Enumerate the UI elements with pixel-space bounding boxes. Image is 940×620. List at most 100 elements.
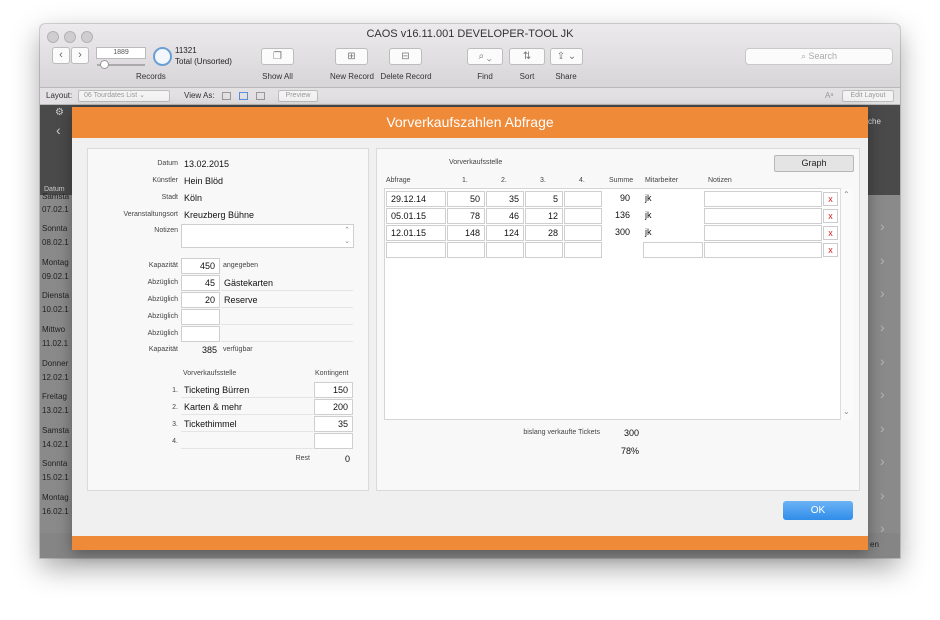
mitarbeiter-value[interactable] bbox=[643, 242, 703, 258]
vvk-name[interactable]: Karten & mehr bbox=[184, 402, 242, 412]
deduction-text-row[interactable] bbox=[221, 326, 353, 342]
angegeben-label: angegeben bbox=[223, 262, 259, 269]
day-date: 16.02.1 bbox=[42, 507, 69, 516]
day-date: 09.02.1 bbox=[42, 272, 69, 281]
chevron-left-icon[interactable]: ‹ bbox=[56, 122, 61, 138]
sort-button[interactable]: ⇅ bbox=[509, 48, 545, 65]
scroll-up-icon[interactable]: ⌃ bbox=[843, 190, 850, 199]
deduction-text-row[interactable] bbox=[221, 309, 353, 325]
vvk-name[interactable]: Ticketing Bürren bbox=[184, 385, 249, 395]
kapazitaet-label: Kapazität bbox=[148, 262, 178, 269]
day-date: 12.02.1 bbox=[42, 373, 69, 382]
vvk-2-value[interactable]: 124 bbox=[486, 225, 524, 241]
layout-bar: Layout: 06 Tourdates List ⌄ View As: Pre… bbox=[40, 88, 900, 105]
vvk-2-value[interactable]: 46 bbox=[486, 208, 524, 224]
layout-select[interactable]: 06 Tourdates List ⌄ bbox=[78, 90, 170, 102]
chevron-right-icon[interactable]: › bbox=[880, 453, 885, 469]
gear-icon[interactable]: ⚙ bbox=[55, 107, 64, 118]
chevron-right-icon[interactable]: › bbox=[880, 252, 885, 268]
vvk-2-value[interactable] bbox=[486, 242, 524, 258]
delete-row-button[interactable]: x bbox=[823, 226, 838, 240]
vvk-4-value[interactable] bbox=[564, 208, 602, 224]
deduction-value[interactable] bbox=[181, 326, 220, 342]
delete-row-button[interactable]: x bbox=[823, 209, 838, 223]
share-button[interactable]: ⇪ ⌄ bbox=[550, 48, 583, 65]
mitarbeiter-value[interactable]: jk bbox=[645, 193, 652, 203]
vvk-1-value[interactable]: 78 bbox=[447, 208, 485, 224]
notizen-label: Notizen bbox=[154, 227, 178, 234]
mitarbeiter-value[interactable]: jk bbox=[645, 227, 652, 237]
list-view-icon[interactable] bbox=[239, 92, 248, 100]
table-view-icon[interactable] bbox=[256, 92, 265, 100]
vvk-1-value[interactable]: 148 bbox=[447, 225, 485, 241]
vvk-name-row[interactable] bbox=[181, 433, 313, 449]
vvk-kontingent[interactable]: 150 bbox=[314, 382, 353, 398]
vvk-3-value[interactable] bbox=[525, 242, 563, 258]
preview-button[interactable]: Preview bbox=[278, 90, 318, 102]
chevron-right-icon[interactable]: › bbox=[880, 420, 885, 436]
abfrage-date[interactable]: 29.12.14 bbox=[386, 191, 446, 207]
ok-button[interactable]: OK bbox=[783, 501, 853, 520]
summe-value: 90 bbox=[619, 193, 630, 203]
mitarbeiter-value[interactable]: jk bbox=[645, 210, 652, 220]
vvk-kontingent[interactable] bbox=[314, 433, 353, 449]
vvk-4-value[interactable] bbox=[564, 225, 602, 241]
vvk-2-value[interactable]: 35 bbox=[486, 191, 524, 207]
deduction-text[interactable]: Reserve bbox=[224, 295, 258, 305]
find-button[interactable]: ⌕ ⌄ bbox=[467, 48, 503, 65]
deduction-value[interactable]: 45 bbox=[181, 275, 220, 291]
abfrage-date[interactable]: 12.01.15 bbox=[386, 225, 446, 241]
vvk-1-value[interactable] bbox=[447, 242, 485, 258]
notizen-value[interactable] bbox=[704, 225, 822, 241]
vvk-group-header: Vorverkaufsstelle bbox=[449, 159, 503, 166]
next-record-button[interactable]: › bbox=[71, 47, 89, 64]
chevron-right-icon[interactable]: › bbox=[880, 218, 885, 234]
delete-record-button[interactable]: ⊟ bbox=[389, 48, 422, 65]
vvk-3-value[interactable]: 12 bbox=[525, 208, 563, 224]
record-number-field[interactable]: 1889 bbox=[96, 47, 146, 59]
portal-scrollbar[interactable]: ⌃ ⌄ bbox=[840, 189, 853, 420]
notizen-value[interactable] bbox=[704, 242, 822, 258]
graph-button[interactable]: Graph bbox=[774, 155, 854, 172]
abfrage-date[interactable]: 05.01.15 bbox=[386, 208, 446, 224]
vvk-4-value[interactable] bbox=[564, 242, 602, 258]
delete-row-button[interactable]: x bbox=[823, 243, 838, 257]
vvk-3-value[interactable]: 5 bbox=[525, 191, 563, 207]
text-format-icon[interactable]: Aᵃ bbox=[825, 91, 833, 100]
show-all-button[interactable]: ❐ bbox=[261, 48, 294, 65]
chevron-right-icon[interactable]: › bbox=[880, 487, 885, 503]
vvk-kontingent[interactable]: 200 bbox=[314, 399, 353, 415]
verfuegbar-value: 385 bbox=[201, 345, 217, 355]
abfrage-date[interactable] bbox=[386, 242, 446, 258]
kapazitaet-field[interactable]: 450 bbox=[181, 258, 220, 274]
notizen-scroll-arrows[interactable]: ⌃ ⌄ bbox=[341, 225, 353, 247]
chevron-right-icon[interactable]: › bbox=[880, 285, 885, 301]
notizen-field[interactable] bbox=[181, 224, 354, 248]
vvk-3-value[interactable]: 28 bbox=[525, 225, 563, 241]
day-name: Sonnta bbox=[42, 459, 68, 468]
vvk-4-value[interactable] bbox=[564, 191, 602, 207]
form-view-icon[interactable] bbox=[222, 92, 231, 100]
deduction-value[interactable]: 20 bbox=[181, 292, 220, 308]
scroll-down-icon[interactable]: ⌄ bbox=[843, 407, 850, 416]
day-name: Mittwo bbox=[42, 325, 66, 334]
record-slider-knob[interactable] bbox=[100, 60, 109, 69]
prev-record-button[interactable]: ‹ bbox=[52, 47, 70, 64]
chevron-right-icon[interactable]: › bbox=[880, 319, 885, 335]
deduction-text[interactable]: Gästekarten bbox=[224, 278, 273, 288]
edit-layout-button[interactable]: Edit Layout bbox=[842, 90, 894, 102]
vvk-kontingent[interactable]: 35 bbox=[314, 416, 353, 432]
new-record-button[interactable]: ⊞ bbox=[335, 48, 368, 65]
chevron-right-icon[interactable]: › bbox=[880, 386, 885, 402]
share-label: Share bbox=[555, 72, 577, 81]
delete-row-button[interactable]: x bbox=[823, 192, 838, 206]
deduction-value[interactable] bbox=[181, 309, 220, 325]
notizen-value[interactable] bbox=[704, 208, 822, 224]
vvk-name[interactable]: Tickethimmel bbox=[184, 419, 237, 429]
notizen-value[interactable] bbox=[704, 191, 822, 207]
vvk-1-value[interactable]: 50 bbox=[447, 191, 485, 207]
chevron-right-icon[interactable]: › bbox=[880, 353, 885, 369]
search-input[interactable]: ⌕ Search bbox=[745, 48, 893, 65]
dialog-title: Vorverkaufszahlen Abfrage bbox=[72, 107, 868, 138]
stadt-label: Stadt bbox=[161, 194, 178, 201]
